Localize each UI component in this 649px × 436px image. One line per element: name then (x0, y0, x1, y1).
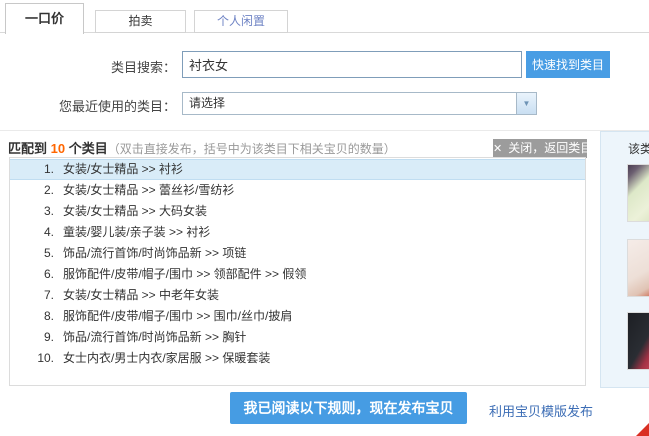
category-path: 饰品/流行首饰/时尚饰品新 >> 项链 (54, 243, 246, 264)
matched-hint: （双击直接发布，括号中为该类目下相关宝贝的数量） (108, 142, 396, 156)
section-divider (0, 130, 649, 131)
matched-suffix: 个类目 (65, 141, 108, 156)
matched-count: 10 (51, 141, 65, 156)
category-row-8[interactable]: 8. 服饰配件/皮带/帽子/围巾 >> 围巾/丝巾/披肩 (10, 306, 585, 327)
row-number: 5. (10, 243, 54, 264)
category-path: 女装/女士精品 >> 衬衫 (54, 160, 183, 179)
row-number: 8. (10, 306, 54, 327)
category-row-10[interactable]: 10. 女士内衣/男士内衣/家居服 >> 保暖套装 (10, 348, 585, 369)
recent-category-label: 您最近使用的类目： (20, 96, 176, 115)
category-path: 服饰配件/皮带/帽子/围巾 >> 围巾/丝巾/披肩 (54, 306, 292, 327)
category-row-5[interactable]: 5. 饰品/流行首饰/时尚饰品新 >> 项链 (10, 243, 585, 264)
recent-category-selected-value: 请选择 (189, 93, 225, 114)
category-path: 饰品/流行首饰/时尚饰品新 >> 胸针 (54, 327, 246, 348)
category-path: 女装/女士精品 >> 蕾丝衫/雪纺衫 (54, 180, 234, 201)
publish-item-button[interactable]: 我已阅读以下规则，现在发布宝贝 (230, 392, 467, 424)
category-path: 女士内衣/男士内衣/家居服 >> 保暖套装 (54, 348, 270, 369)
item-thumbnail-pink-garment[interactable] (627, 239, 649, 297)
category-search-input[interactable] (182, 51, 522, 78)
category-path: 童装/婴儿装/亲子装 >> 衬衫 (54, 222, 210, 243)
row-number: 3. (10, 201, 54, 222)
side-panel-title: 该类 (628, 140, 649, 157)
matched-prefix: 匹配到 (8, 141, 51, 156)
recent-category-select[interactable]: 请选择 ▼ (182, 92, 537, 115)
row-number: 6. (10, 264, 54, 285)
category-search-label: 类目搜索： (40, 57, 176, 76)
row-number: 7. (10, 285, 54, 306)
category-select-page: { "tabs": [ { "label": "一口价" }, { "label… (0, 0, 649, 428)
item-thumbnail-dark-scarf[interactable] (627, 312, 649, 370)
publish-with-template-link[interactable]: 利用宝贝模版发布 (489, 401, 593, 420)
category-row-4[interactable]: 4. 童装/婴儿装/亲子装 >> 衬衫 (10, 222, 585, 243)
close-icon: ✕ (493, 143, 502, 155)
item-thumbnail-green-shirt[interactable] (627, 164, 649, 222)
category-row-2[interactable]: 2. 女装/女士精品 >> 蕾丝衫/雪纺衫 (10, 180, 585, 201)
close-return-button[interactable]: ✕关闭，返回类目 (493, 139, 587, 158)
matched-category-panel: 1. 女装/女士精品 >> 衬衫 2. 女装/女士精品 >> 蕾丝衫/雪纺衫 3… (9, 157, 586, 386)
category-path: 女装/女士精品 >> 大码女装 (54, 201, 207, 222)
chevron-down-icon[interactable]: ▼ (516, 93, 536, 114)
category-row-7[interactable]: 7. 女装/女士精品 >> 中老年女装 (10, 285, 585, 306)
row-number: 9. (10, 327, 54, 348)
category-row-6[interactable]: 6. 服饰配件/皮带/帽子/围巾 >> 领部配件 >> 假领 (10, 264, 585, 285)
hot-items-side-panel: 该类 (600, 131, 649, 388)
matched-header: 匹配到 10 个类目（双击直接发布，括号中为该类目下相关宝贝的数量） (8, 138, 396, 157)
category-row-1[interactable]: 1. 女装/女士精品 >> 衬衫 (10, 159, 585, 180)
category-path: 女装/女士精品 >> 中老年女装 (54, 285, 219, 306)
category-path: 服饰配件/皮带/帽子/围巾 >> 领部配件 >> 假领 (54, 264, 306, 285)
category-row-9[interactable]: 9. 饰品/流行首饰/时尚饰品新 >> 胸针 (10, 327, 585, 348)
row-number: 2. (10, 180, 54, 201)
tab-auction[interactable]: 拍卖 (95, 10, 186, 33)
category-row-3[interactable]: 3. 女装/女士精品 >> 大码女装 (10, 201, 585, 222)
tab-personal-idle[interactable]: 个人闲置 (194, 10, 288, 33)
clipped-red-promo-corner (636, 410, 649, 436)
quick-find-category-button[interactable]: 快速找到类目 (526, 51, 610, 78)
tab-bar: 一口价 拍卖 个人闲置 (0, 0, 649, 33)
tab-fixed-price[interactable]: 一口价 (5, 3, 84, 34)
category-list: 1. 女装/女士精品 >> 衬衫 2. 女装/女士精品 >> 蕾丝衫/雪纺衫 3… (10, 159, 585, 369)
row-number: 4. (10, 222, 54, 243)
row-number: 10. (10, 348, 54, 369)
close-label: 关闭，返回类目 (508, 141, 592, 155)
row-number: 1. (10, 160, 54, 179)
